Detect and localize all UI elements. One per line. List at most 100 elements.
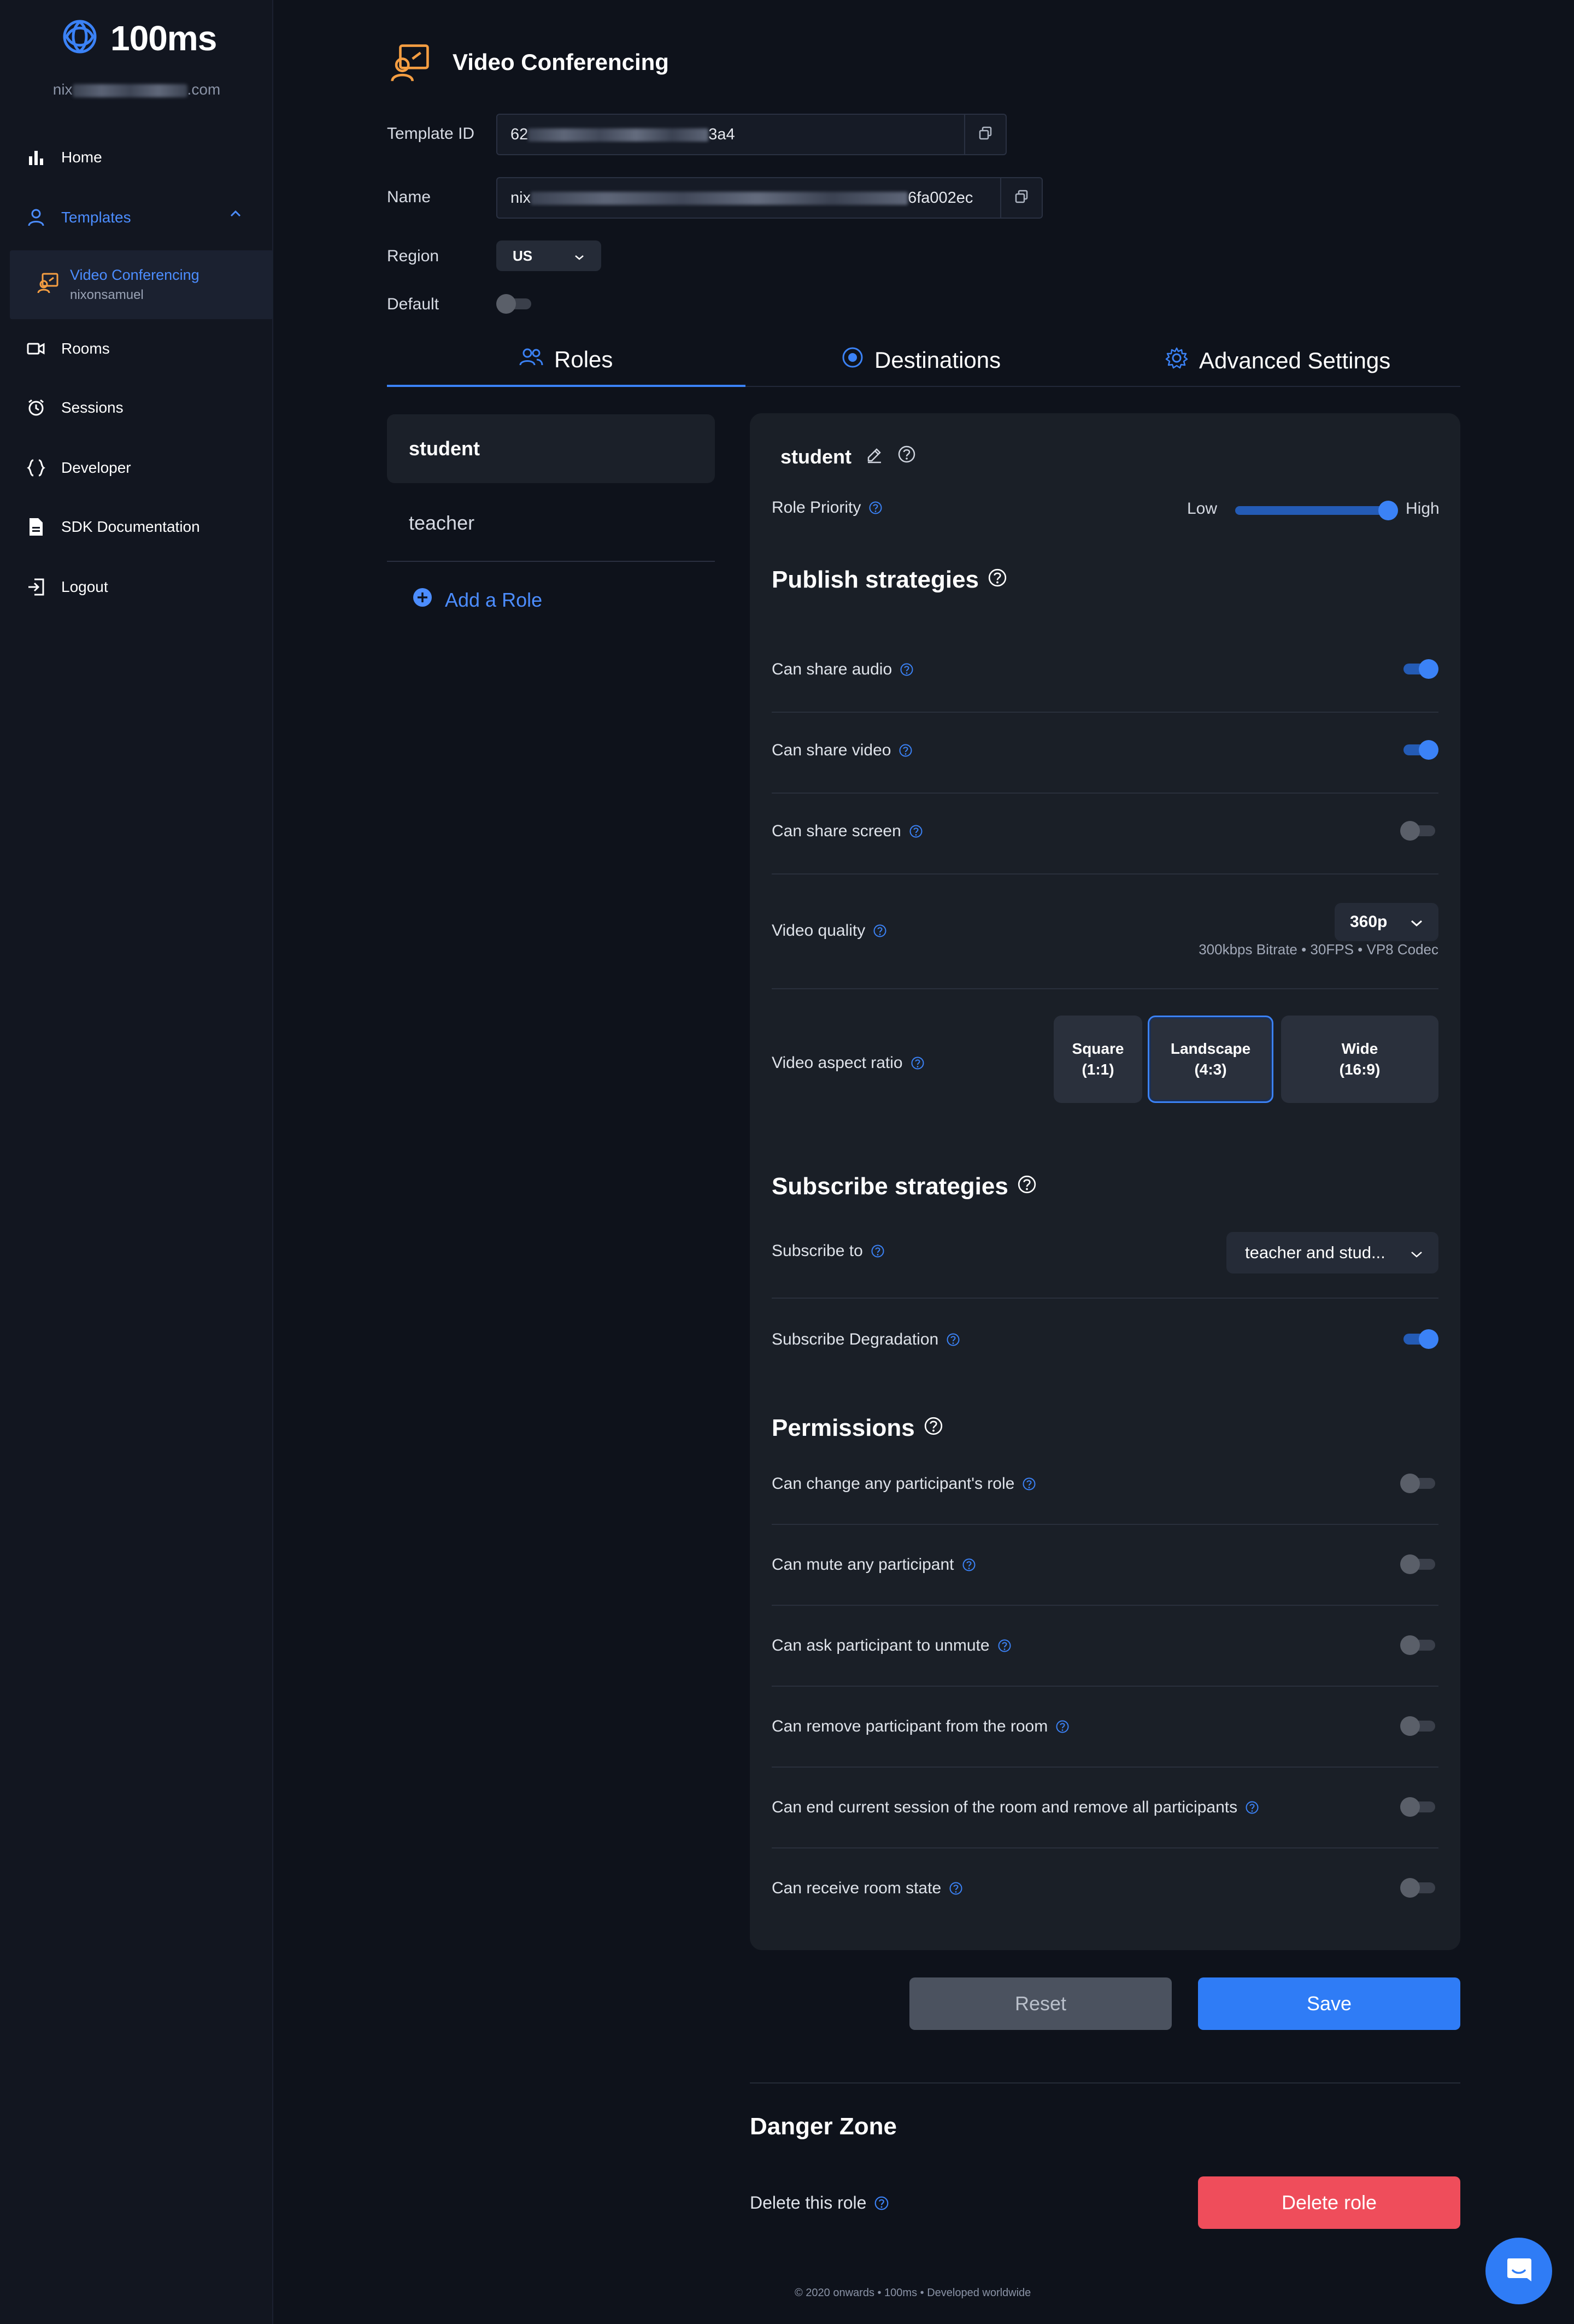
help-icon[interactable] [898,743,913,758]
add-role-button[interactable]: Add a Role [412,587,542,613]
help-icon[interactable] [874,2196,889,2211]
user-email: nix .com [0,81,273,98]
row-divider [772,793,1438,794]
permission-unmute-toggle[interactable] [1400,1635,1438,1655]
logout-icon [26,577,46,597]
row-divider [772,1686,1438,1687]
template-id-suffix: 3a4 [708,125,735,143]
chevron-down-icon [574,248,585,265]
video-quality-select[interactable]: 360p [1335,903,1438,941]
role-item-student[interactable]: student [387,414,715,483]
permission-change-role-toggle[interactable] [1400,1474,1438,1493]
record-icon [842,347,864,374]
chat-icon [1503,2254,1535,2288]
publish-strategies-title: Publish strategies [772,566,1007,594]
permission-room-state-toggle[interactable] [1400,1878,1438,1898]
permission-label: Can receive room state [772,1879,942,1897]
help-icon[interactable] [924,1415,943,1442]
copy-icon [1014,189,1029,207]
permission-label: Can change any participant's role [772,1475,1015,1493]
help-icon[interactable] [911,1056,925,1070]
brand-logo[interactable]: 100ms [59,17,217,58]
aspect-ratio-landscape-button[interactable]: Landscape (4:3) [1148,1016,1273,1103]
help-icon[interactable] [946,1333,960,1347]
help-icon[interactable] [1055,1719,1070,1734]
subscribe-to-select[interactable]: teacher and stud... [1226,1232,1438,1273]
subscribe-strategies-title: Subscribe strategies [772,1173,1037,1200]
reset-button[interactable]: Reset [909,1977,1172,2030]
help-icon[interactable] [1017,1173,1037,1200]
priority-slider-track[interactable] [1235,506,1388,515]
help-icon[interactable] [997,1639,1012,1653]
default-toggle[interactable] [496,294,535,314]
nav-sdk-documentation[interactable]: SDK Documentation [26,517,200,537]
subscribe-to-value: teacher and stud... [1245,1243,1385,1262]
permission-remove-toggle[interactable] [1400,1716,1438,1736]
delete-role-button[interactable]: Delete role [1198,2176,1460,2229]
role-item-teacher[interactable]: teacher [387,489,715,557]
tab-destinations[interactable]: Destinations [842,347,1001,374]
100ms-logo-icon [59,17,101,58]
help-icon[interactable] [900,662,914,677]
help-icon[interactable] [949,1881,963,1895]
aspect-ratio-square-value: (1:1) [1082,1061,1114,1078]
row-divider [772,1767,1438,1768]
subscribe-degradation-toggle[interactable] [1400,1329,1438,1349]
can-share-audio-toggle[interactable] [1400,659,1438,679]
tab-advanced-settings[interactable]: Advanced Settings [1165,347,1390,375]
help-icon[interactable] [909,824,923,838]
can-share-video-toggle[interactable] [1400,740,1438,760]
nav-templates[interactable]: Templates [26,208,131,227]
edit-icon[interactable] [866,445,883,468]
help-icon[interactable] [962,1558,976,1572]
role-name-header: student [780,445,916,468]
permission-mute-toggle[interactable] [1400,1554,1438,1574]
can-share-screen-toggle[interactable] [1400,821,1438,841]
permission-label: Can remove participant from the room [772,1717,1048,1735]
region-select[interactable]: US [496,240,601,271]
chat-support-button[interactable] [1485,2238,1552,2304]
aspect-ratio-square-button[interactable]: Square (1:1) [1054,1016,1142,1103]
permission-end-session-toggle[interactable] [1400,1797,1438,1817]
copy-template-id-button[interactable] [964,114,1006,155]
danger-zone-divider [750,2082,1460,2084]
aspect-ratio-wide-button[interactable]: Wide (16:9) [1281,1016,1438,1103]
save-button[interactable]: Save [1198,1977,1460,2030]
delete-role-label: Delete this role [750,2193,867,2213]
permissions-title: Permissions [772,1415,943,1442]
template-id-field[interactable]: 62 3a4 [496,114,1007,155]
help-icon[interactable] [871,1244,885,1258]
tab-roles[interactable]: Roles [519,347,613,373]
nav-developer[interactable]: Developer [26,458,131,478]
nav-sessions[interactable]: Sessions [26,398,124,418]
video-quality-info: 300kbps Bitrate • 30FPS • VP8 Codec [1199,941,1438,958]
aspect-ratio-wide-name: Wide [1341,1040,1378,1057]
help-icon[interactable] [873,924,887,938]
nav-home-label: Home [61,149,102,166]
aspect-ratio-landscape-name: Landscape [1170,1040,1251,1057]
nav-home[interactable]: Home [26,148,102,167]
role-priority-label: Role Priority [772,498,861,517]
help-icon[interactable] [868,501,883,515]
can-share-screen-label: Can share screen [772,822,901,840]
copy-name-button[interactable] [1000,177,1042,219]
brand-name: 100ms [110,18,217,58]
name-label: Name [387,188,431,206]
permission-row: Can ask participant to unmute [772,1636,1012,1655]
nav-logout[interactable]: Logout [26,577,108,597]
role-settings-panel: student Role Priority Low High Publish s… [750,413,1460,1950]
template-id-prefix: 62 [510,125,528,143]
chevron-up-icon[interactable] [230,210,242,220]
row-divider [772,1298,1438,1299]
nav-templates-label: Templates [61,209,131,226]
help-icon[interactable] [988,566,1007,594]
sidebar-template-video-conferencing[interactable]: Video Conferencing nixonsamuel [10,250,273,319]
help-icon[interactable] [897,445,916,468]
tab-advanced-settings-label: Advanced Settings [1199,348,1391,373]
help-icon[interactable] [1022,1477,1036,1491]
template-sub-title: Video Conferencing [70,267,199,283]
help-icon[interactable] [1245,1800,1259,1815]
nav-rooms[interactable]: Rooms [26,339,110,359]
name-field[interactable]: nix 6fa002ec [496,177,1043,219]
priority-slider-handle[interactable] [1378,501,1398,520]
